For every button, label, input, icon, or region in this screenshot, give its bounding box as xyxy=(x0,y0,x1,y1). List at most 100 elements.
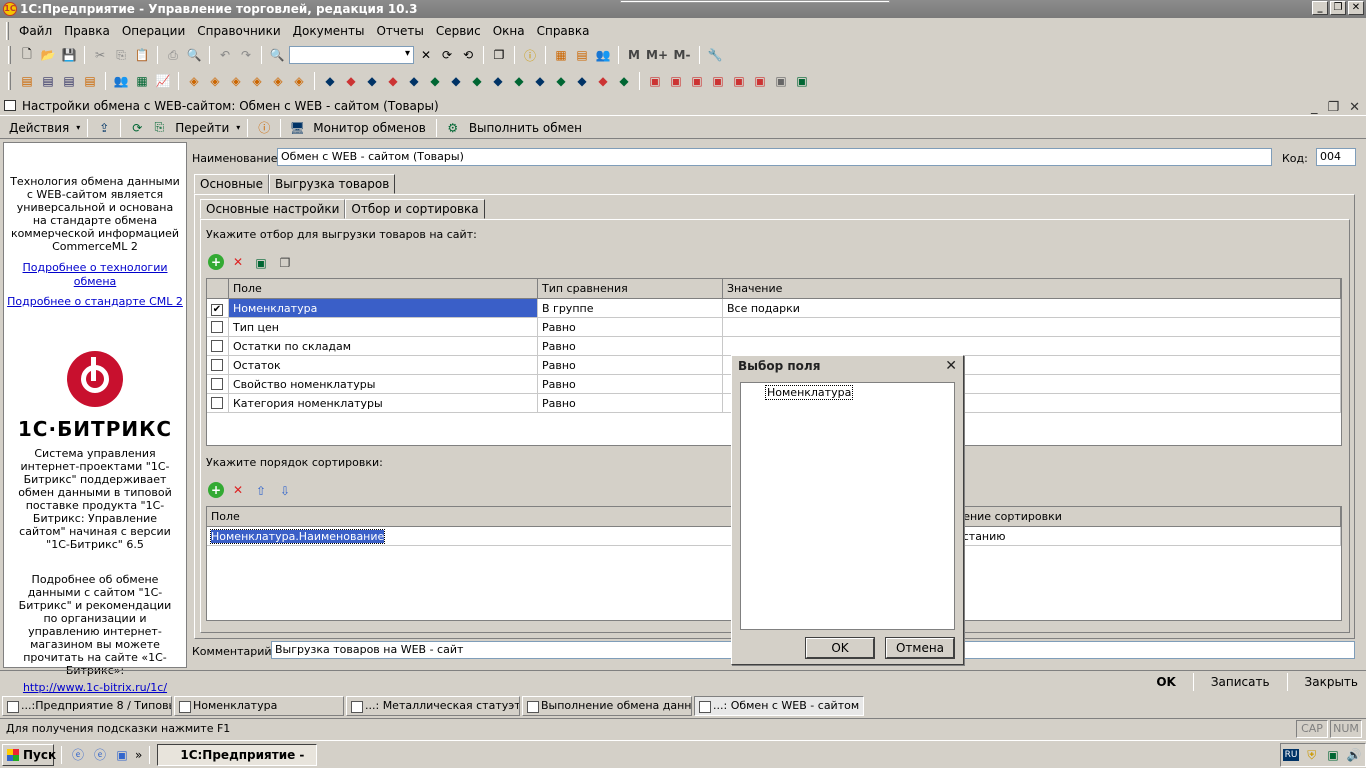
new-icon[interactable]: 🗋 xyxy=(18,46,36,64)
doc-16-icon[interactable]: ◆ xyxy=(510,72,528,90)
cml-link[interactable]: Подробнее о стандарте CML 2 xyxy=(4,295,186,309)
dialog-cancel-button[interactable]: Отмена xyxy=(885,637,955,659)
subtab-basic-settings[interactable]: Основные настройки xyxy=(200,199,346,219)
row-checkbox[interactable] xyxy=(211,397,223,409)
save-icon[interactable]: 💾 xyxy=(60,46,78,64)
doc-7-icon[interactable]: ◆ xyxy=(321,72,339,90)
report-3-icon[interactable]: ▣ xyxy=(688,72,706,90)
copy-settings-icon[interactable]: ⎘ xyxy=(150,119,168,137)
sort-row-field[interactable]: Номенклатура.Наименование xyxy=(209,529,386,544)
doc-1-icon[interactable]: ◈ xyxy=(185,72,203,90)
chart-icon[interactable]: 📈 xyxy=(154,72,172,90)
row-field[interactable]: Остаток xyxy=(229,356,538,374)
tab-main[interactable]: Основные xyxy=(194,174,270,194)
clear-search-icon[interactable]: ✕ xyxy=(417,46,435,64)
row-field[interactable]: Категория номенклатуры xyxy=(229,394,538,412)
doc-13-icon[interactable]: ◆ xyxy=(447,72,465,90)
menu-file[interactable]: Файл xyxy=(13,24,58,38)
memory-m-icon[interactable]: M xyxy=(625,46,643,64)
move-up-icon[interactable]: ⇧ xyxy=(252,482,270,500)
close-button[interactable]: ✕ xyxy=(1348,1,1364,15)
run-exchange-icon[interactable]: ⚙ xyxy=(444,119,462,137)
menu-operations[interactable]: Операции xyxy=(116,24,191,38)
row-field[interactable]: Тип цен xyxy=(229,318,538,336)
menu-service[interactable]: Сервис xyxy=(430,24,487,38)
row-value[interactable] xyxy=(723,337,1341,355)
calendar-icon[interactable]: ▤ xyxy=(573,46,591,64)
row-cmp[interactable]: Равно xyxy=(538,394,723,412)
uncheck-all-icon[interactable]: ❐ xyxy=(276,254,294,272)
doc-19-icon[interactable]: ◆ xyxy=(573,72,591,90)
filter-col-cmp[interactable]: Тип сравнения xyxy=(538,279,723,298)
menu-catalogs[interactable]: Справочники xyxy=(191,24,286,38)
report-4-icon[interactable]: ▣ xyxy=(709,72,727,90)
refresh-icon[interactable]: ⟳ xyxy=(128,119,146,137)
row-checkbox[interactable]: ✔ xyxy=(211,304,223,316)
row-checkbox[interactable] xyxy=(211,340,223,352)
quicklaunch-browser-icon[interactable]: ⓔ xyxy=(69,746,87,764)
row-cmp[interactable]: Равно xyxy=(538,375,723,393)
table-row[interactable]: Тип цен Равно xyxy=(207,318,1341,337)
save-button[interactable]: Записать xyxy=(1211,675,1270,689)
doc-9-icon[interactable]: ◆ xyxy=(363,72,381,90)
register-icon[interactable]: ▤ xyxy=(60,72,78,90)
move-down-icon[interactable]: ⇩ xyxy=(276,482,294,500)
code-field[interactable]: 004 xyxy=(1316,148,1356,166)
doc-3-icon[interactable]: ◈ xyxy=(227,72,245,90)
run-exchange-button[interactable]: Выполнить обмен xyxy=(466,121,585,135)
tab-goods-export[interactable]: Выгрузка товаров xyxy=(269,174,396,194)
close-form-button[interactable]: Закрыть xyxy=(1305,675,1358,689)
dialog-close-icon[interactable]: ✕ xyxy=(945,356,957,376)
doc-2-icon[interactable]: ◈ xyxy=(206,72,224,90)
check-all-icon[interactable]: ▣ xyxy=(252,254,270,272)
menu-reports[interactable]: Отчеты xyxy=(370,24,429,38)
delete-filter-icon[interactable]: ✕ xyxy=(230,254,246,270)
monitor-icon[interactable]: 🖥 xyxy=(288,119,306,137)
undo-icon[interactable]: ↶ xyxy=(216,46,234,64)
find-next-icon[interactable]: ⟳ xyxy=(438,46,456,64)
memory-minus-icon[interactable]: M- xyxy=(671,46,693,64)
journal-icon[interactable]: ▤ xyxy=(39,72,57,90)
table-row[interactable]: ✔ Номенклатура В группе Все подарки xyxy=(207,299,1341,318)
doc-4-icon[interactable]: ◈ xyxy=(248,72,266,90)
ok-button[interactable]: OK xyxy=(1156,675,1176,689)
cut-icon[interactable]: ✂ xyxy=(91,46,109,64)
sort-row-direction[interactable]: астанию xyxy=(952,527,1341,545)
windows-icon[interactable]: ❐ xyxy=(490,46,508,64)
copy-icon[interactable]: ⎘ xyxy=(112,46,130,64)
volume-icon[interactable]: 🔊 xyxy=(1345,746,1363,764)
filter-col-field[interactable]: Поле xyxy=(229,279,538,298)
row-field[interactable]: Остатки по складам xyxy=(229,337,538,355)
tree-item[interactable]: Номенклатура xyxy=(765,385,854,400)
doc-21-icon[interactable]: ◆ xyxy=(615,72,633,90)
network-icon[interactable]: ▣ xyxy=(1324,746,1342,764)
help-icon[interactable]: ⓘ xyxy=(255,119,273,137)
report-1-icon[interactable]: ▣ xyxy=(646,72,664,90)
goto-menu[interactable]: Перейти xyxy=(172,121,232,135)
row-value[interactable]: Все подарки xyxy=(723,299,1341,317)
row-field[interactable]: Номенклатура xyxy=(229,299,538,317)
report-2-icon[interactable]: ▣ xyxy=(667,72,685,90)
tools-icon[interactable]: 🔧 xyxy=(706,46,724,64)
add-filter-icon[interactable]: + xyxy=(208,254,224,270)
name-field[interactable]: Обмен с WEB - сайтом (Товары) xyxy=(277,148,1272,166)
row-checkbox[interactable] xyxy=(211,378,223,390)
row-checkbox[interactable] xyxy=(211,359,223,371)
redo-icon[interactable]: ↷ xyxy=(237,46,255,64)
tech-link[interactable]: Подробнее о технологии обмена xyxy=(4,261,186,289)
catalog-icon[interactable]: ▤ xyxy=(18,72,36,90)
menu-help[interactable]: Справка xyxy=(531,24,596,38)
report-6-icon[interactable]: ▣ xyxy=(751,72,769,90)
partners-icon[interactable]: 👥 xyxy=(112,72,130,90)
quicklaunch-more-icon[interactable]: » xyxy=(135,748,142,762)
doc-18-icon[interactable]: ◆ xyxy=(552,72,570,90)
doc-10-icon[interactable]: ◆ xyxy=(384,72,402,90)
doc-5-icon[interactable]: ◈ xyxy=(269,72,287,90)
subtab-filter-sort[interactable]: Отбор и сортировка xyxy=(345,199,485,219)
users-icon[interactable]: 👥 xyxy=(594,46,612,64)
sort-col-direction[interactable]: нение сортировки xyxy=(952,507,1341,526)
table-icon[interactable]: ▦ xyxy=(133,72,151,90)
search-input[interactable] xyxy=(289,46,414,64)
window-tab-1[interactable]: ...:Предприятие 8 / Типовы... xyxy=(2,696,172,716)
doc-11-icon[interactable]: ◆ xyxy=(405,72,423,90)
